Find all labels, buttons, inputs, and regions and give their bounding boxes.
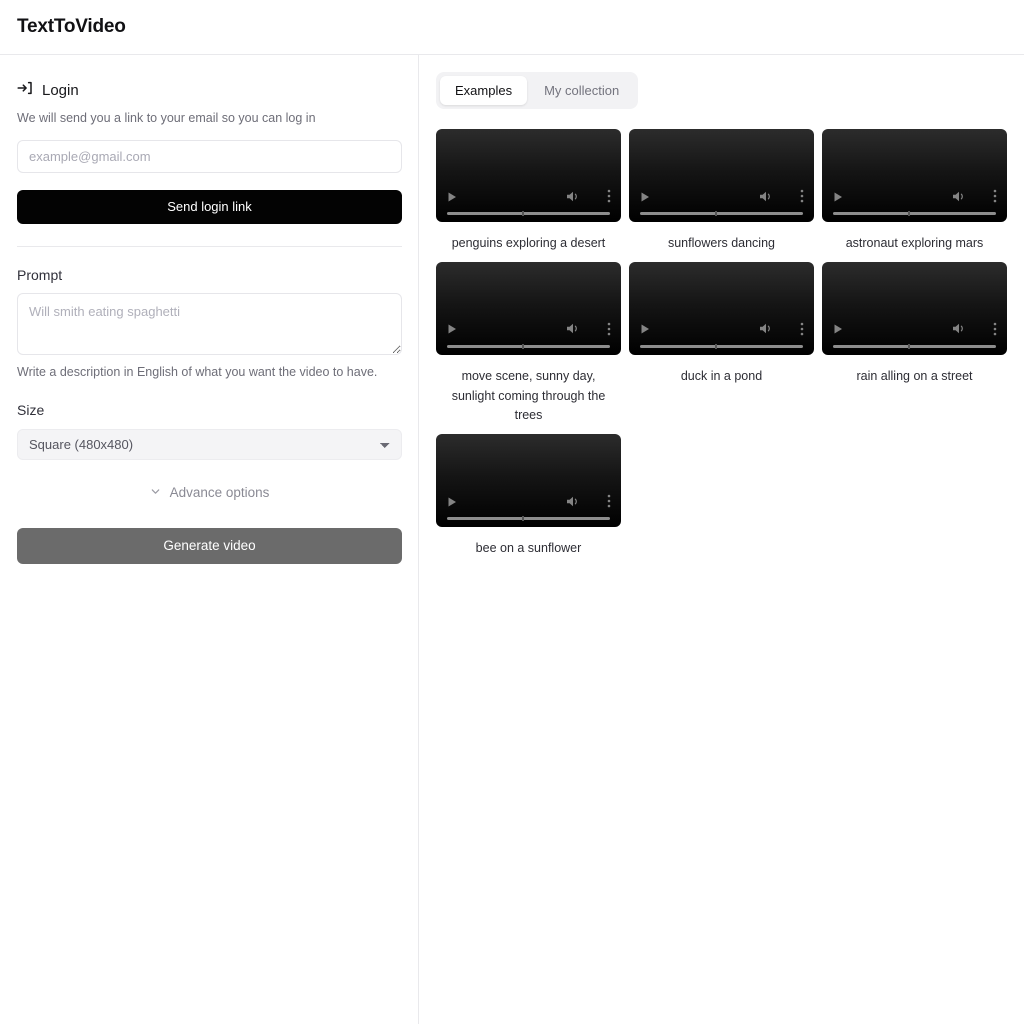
kebab-menu-icon[interactable]: [993, 322, 997, 341]
video-player[interactable]: [629, 129, 814, 222]
video-caption: bee on a sunflower: [475, 541, 582, 555]
kebab-menu-icon[interactable]: [800, 322, 804, 341]
generate-video-button[interactable]: Generate video: [17, 527, 402, 564]
kebab-menu-icon[interactable]: [800, 189, 804, 208]
video-caption: rain alling on a street: [856, 368, 973, 383]
video-card: sunflowers dancing: [629, 129, 814, 254]
login-heading: Login: [42, 82, 79, 99]
video-controls: [629, 322, 814, 341]
video-player[interactable]: [436, 129, 621, 222]
video-card: duck in a pond: [629, 261, 814, 426]
play-icon[interactable]: [639, 322, 651, 340]
tab-examples[interactable]: Examples: [440, 76, 528, 105]
send-login-link-button[interactable]: Send login link: [17, 189, 402, 224]
volume-icon[interactable]: [566, 190, 581, 208]
volume-icon[interactable]: [952, 190, 967, 208]
volume-icon[interactable]: [759, 190, 774, 208]
video-controls: [436, 494, 621, 513]
volume-icon[interactable]: [952, 322, 967, 340]
kebab-menu-icon[interactable]: [993, 189, 997, 208]
advance-options-label: Advance options: [169, 485, 270, 500]
video-progress-bar[interactable]: [447, 211, 610, 216]
size-select[interactable]: Square (480x480): [17, 428, 402, 460]
video-player[interactable]: [436, 261, 621, 355]
page-title: TextToVideo: [17, 16, 126, 37]
app-header: TextToVideo: [0, 0, 1024, 55]
video-card: move scene, sunny day, sunlight coming t…: [436, 261, 621, 426]
video-controls: [822, 322, 1007, 341]
size-label: Size: [17, 401, 45, 418]
kebab-menu-icon[interactable]: [607, 494, 611, 513]
play-icon[interactable]: [832, 322, 844, 340]
video-caption: penguins exploring a desert: [451, 236, 606, 250]
sidebar: Login We will send you a link to your em…: [0, 55, 419, 1024]
video-progress-bar[interactable]: [447, 343, 610, 349]
video-caption: astronaut exploring mars: [845, 236, 984, 250]
play-icon[interactable]: [832, 190, 844, 208]
video-progress-bar[interactable]: [640, 211, 803, 216]
video-progress-bar[interactable]: [833, 343, 996, 349]
video-card: astronaut exploring mars: [822, 129, 1007, 254]
video-progress-bar[interactable]: [640, 343, 803, 349]
video-progress-bar[interactable]: [833, 211, 996, 216]
play-icon[interactable]: [446, 495, 458, 513]
prompt-label: Prompt: [17, 266, 63, 283]
app-body: Login We will send you a link to your em…: [0, 55, 1024, 1024]
video-caption: move scene, sunny day, sunlight coming t…: [451, 368, 606, 423]
kebab-menu-icon[interactable]: [607, 322, 611, 341]
tab-bar: Examples My collection: [436, 72, 639, 109]
video-player[interactable]: [822, 261, 1007, 355]
video-controls: [822, 189, 1007, 208]
email-field[interactable]: [17, 139, 402, 173]
video-player[interactable]: [629, 261, 814, 355]
video-gallery: penguins exploring a desert sunflowers d…: [436, 129, 1014, 559]
video-card: bee on a sunflower: [436, 434, 621, 559]
kebab-menu-icon[interactable]: [607, 189, 611, 208]
chevron-down-icon: [150, 484, 161, 502]
video-controls: [436, 189, 621, 208]
volume-icon[interactable]: [566, 495, 581, 513]
video-card: penguins exploring a desert: [436, 129, 621, 254]
tab-my-collection[interactable]: My collection: [529, 76, 634, 105]
video-progress-bar[interactable]: [447, 516, 610, 521]
play-icon[interactable]: [639, 190, 651, 208]
video-player[interactable]: [436, 434, 621, 527]
video-caption: sunflowers dancing: [667, 236, 775, 250]
login-icon: [17, 80, 33, 101]
volume-icon[interactable]: [566, 322, 581, 340]
sidebar-divider: [17, 245, 402, 247]
play-icon[interactable]: [446, 322, 458, 340]
video-player[interactable]: [822, 129, 1007, 222]
video-controls: [629, 189, 814, 208]
login-description: We will send you a link to your email so…: [17, 111, 316, 125]
prompt-input[interactable]: [17, 292, 402, 355]
main-content: Examples My collection penguins explorin…: [419, 55, 1024, 1024]
advance-options-toggle[interactable]: Advance options: [17, 484, 402, 502]
video-controls: [436, 322, 621, 341]
login-section-header: Login: [17, 80, 401, 101]
prompt-helper-text: Write a description in English of what y…: [17, 364, 378, 379]
volume-icon[interactable]: [759, 322, 774, 340]
play-icon[interactable]: [446, 190, 458, 208]
video-card: rain alling on a street: [822, 261, 1007, 426]
video-caption: duck in a pond: [680, 368, 763, 383]
